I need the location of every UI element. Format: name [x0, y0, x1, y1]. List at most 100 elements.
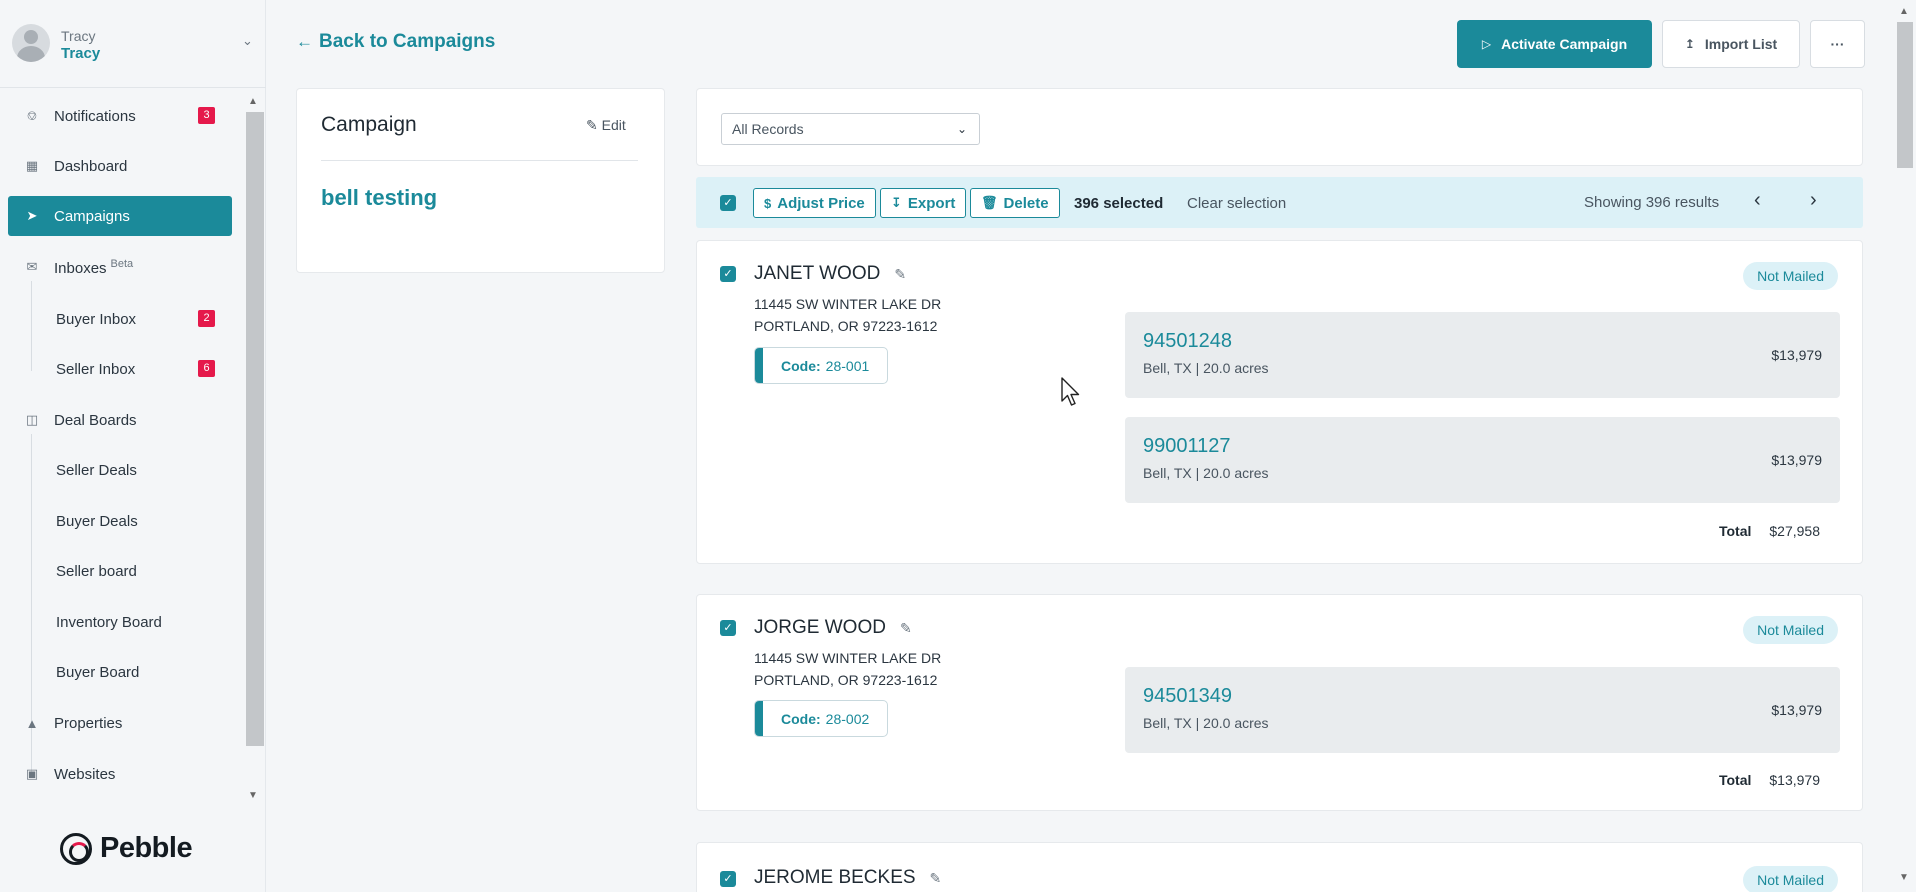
filter-card: All Records ⌄ — [696, 88, 1863, 166]
sidebar-item-buyer-board[interactable]: Buyer Board — [8, 652, 232, 692]
prev-page-icon[interactable]: ‹ — [1754, 189, 1761, 212]
sidebar-item-label: Properties — [54, 714, 123, 732]
sidebar-item-inventory-board[interactable]: Inventory Board — [8, 602, 232, 642]
sidebar: Tracy Tracy ⌄ ⎊ Notifications 3 ▦ Dashbo… — [0, 0, 266, 892]
address-line-1: 11445 SW WINTER LAKE DR — [754, 296, 942, 312]
parcel-meta: Bell, TX | 20.0 acres — [1143, 465, 1269, 481]
status-badge: Not Mailed — [1743, 866, 1838, 892]
record-code-chip: Code: 28-001 — [754, 347, 889, 384]
export-label: Export — [907, 194, 956, 212]
adjust-price-label: Adjust Price — [777, 194, 865, 212]
sidebar-item-label: Seller Inbox — [56, 360, 136, 378]
edit-icon[interactable]: ✎ — [930, 870, 942, 886]
scroll-up-icon[interactable]: ▲ — [1899, 6, 1909, 17]
parcel-price: $13,979 — [1771, 452, 1822, 468]
import-label: Import List — [1704, 36, 1778, 52]
download-icon: ↧ — [891, 195, 902, 210]
delete-button[interactable]: 🗑 Delete — [970, 188, 1060, 218]
scroll-down-icon[interactable]: ▼ — [1899, 872, 1909, 883]
record-total: Total $27,958 — [1719, 523, 1820, 539]
activate-campaign-button[interactable]: ▷ Activate Campaign — [1457, 20, 1652, 68]
record-owner-name: JANET WOOD ✎ — [754, 263, 906, 285]
sidebar-item-buyer-inbox[interactable]: Buyer Inbox 2 — [8, 299, 232, 339]
scroll-up-icon[interactable]: ▲ — [248, 96, 258, 107]
upload-icon: ↥ — [1684, 37, 1695, 51]
next-page-icon[interactable]: › — [1810, 189, 1817, 212]
more-options-button[interactable]: ··· — [1810, 20, 1865, 68]
chevron-down-icon: ⌄ — [956, 122, 967, 136]
edit-icon: ✎ — [586, 117, 598, 133]
code-value: 28-001 — [825, 357, 870, 374]
edit-campaign-button[interactable]: ✎ Edit — [586, 117, 626, 134]
select-all-checkbox[interactable]: ✓ — [720, 195, 736, 211]
back-to-campaigns-link[interactable]: ← Back to Campaigns — [296, 31, 495, 53]
adjust-price-button[interactable]: $ Adjust Price — [753, 188, 876, 218]
sidebar-item-label: Campaigns — [54, 207, 130, 225]
brand-logo: Pebble — [60, 832, 193, 865]
sidebar-item-inboxes[interactable]: ✉ Inboxes Beta — [8, 247, 232, 287]
seller-inbox-badge: 6 — [198, 360, 215, 377]
dollar-icon: $ — [764, 195, 772, 211]
total-label: Total — [1718, 772, 1752, 788]
browser-icon: ▣ — [25, 766, 39, 781]
import-list-button[interactable]: ↥ Import List — [1662, 20, 1800, 68]
clear-selection-link[interactable]: Clear selection — [1187, 195, 1286, 212]
chevron-down-icon[interactable]: ⌄ — [242, 33, 253, 49]
sidebar-item-dashboard[interactable]: ▦ Dashboard — [8, 146, 232, 186]
campaign-name: bell testing — [321, 185, 438, 210]
sidebar-scrollbar[interactable]: ▲ ▼ — [244, 96, 266, 806]
address-line-2: PORTLAND, OR 97223-1612 — [754, 672, 938, 688]
sidebar-item-deal-boards[interactable]: ◫ Deal Boards — [8, 400, 232, 440]
sidebar-item-label: Buyer Board — [56, 663, 140, 681]
sidebar-item-label: Seller Deals — [56, 461, 137, 479]
export-button[interactable]: ↧ Export — [880, 188, 967, 218]
parcel-row[interactable]: 94501248 Bell, TX | 20.0 acres $13,979 — [1125, 312, 1840, 398]
more-label: ··· — [1830, 36, 1845, 52]
sidebar-item-label: Inventory Board — [56, 613, 162, 631]
megaphone-icon: ➤ — [26, 208, 38, 223]
record-checkbox[interactable]: ✓ — [720, 620, 736, 636]
inbox-icon: ✉ — [26, 259, 38, 274]
edit-icon[interactable]: ✎ — [900, 620, 912, 636]
activate-label: Activate Campaign — [1501, 36, 1628, 52]
page-scrollbar[interactable]: ▲ ▼ — [1894, 0, 1916, 892]
sidebar-item-websites[interactable]: ▣ Websites — [8, 754, 232, 794]
edit-label: Edit — [601, 117, 626, 133]
parcel-price: $13,979 — [1771, 702, 1822, 718]
scrollbar-thumb[interactable] — [246, 112, 264, 746]
edit-icon[interactable]: ✎ — [894, 266, 906, 282]
beta-tag: Beta — [110, 257, 134, 270]
scrollbar-thumb[interactable] — [1897, 22, 1913, 168]
record-checkbox[interactable]: ✓ — [720, 266, 736, 282]
sidebar-item-campaigns[interactable]: ➤ Campaigns — [8, 196, 232, 236]
parcel-row[interactable]: 99001127 Bell, TX | 20.0 acres $13,979 — [1125, 417, 1840, 503]
selected-count: 396 selected — [1074, 195, 1164, 212]
record-checkbox[interactable]: ✓ — [720, 871, 736, 887]
sidebar-item-seller-board[interactable]: Seller board — [8, 551, 232, 591]
sidebar-item-notifications[interactable]: ⎊ Notifications 3 — [8, 96, 232, 136]
sidebar-item-seller-deals[interactable]: Seller Deals — [8, 450, 232, 490]
record-address: 11445 SW WINTER LAKE DR PORTLAND, OR 972… — [754, 293, 941, 337]
record-card: ✓ JORGE WOOD ✎ 11445 SW WINTER LAKE DR PO… — [696, 594, 1863, 811]
selection-bar: ✓ $ Adjust Price ↧ Export 🗑 Delete 396 s… — [696, 177, 1863, 228]
parcel-id[interactable]: 99001127 — [1143, 435, 1231, 458]
sidebar-item-label: Websites — [54, 765, 116, 783]
sidebar-item-properties[interactable]: ▲ Properties — [8, 703, 232, 743]
parcel-id[interactable]: 94501349 — [1143, 685, 1232, 708]
record-address: 11445 SW WINTER LAKE DR PORTLAND, OR 972… — [754, 647, 941, 691]
scroll-down-icon[interactable]: ▼ — [248, 790, 258, 801]
record-owner-name: JORGE WOOD ✎ — [754, 617, 912, 639]
total-value: $27,958 — [1769, 523, 1820, 539]
user-label: Tracy — [61, 28, 96, 44]
code-label: Code: — [781, 710, 821, 727]
delete-label: Delete — [1003, 194, 1049, 212]
parcel-price: $13,979 — [1771, 347, 1822, 363]
user-menu[interactable]: Tracy Tracy ⌄ — [0, 0, 266, 88]
record-filter-select[interactable]: All Records ⌄ — [721, 113, 980, 145]
sidebar-item-seller-inbox[interactable]: Seller Inbox 6 — [8, 349, 232, 389]
sidebar-item-buyer-deals[interactable]: Buyer Deals — [8, 501, 232, 541]
status-badge: Not Mailed — [1743, 262, 1838, 290]
parcel-row[interactable]: 94501349 Bell, TX | 20.0 acres $13,979 — [1125, 667, 1840, 753]
parcel-id[interactable]: 94501248 — [1143, 330, 1232, 353]
sidebar-item-label: Notifications — [54, 107, 136, 125]
